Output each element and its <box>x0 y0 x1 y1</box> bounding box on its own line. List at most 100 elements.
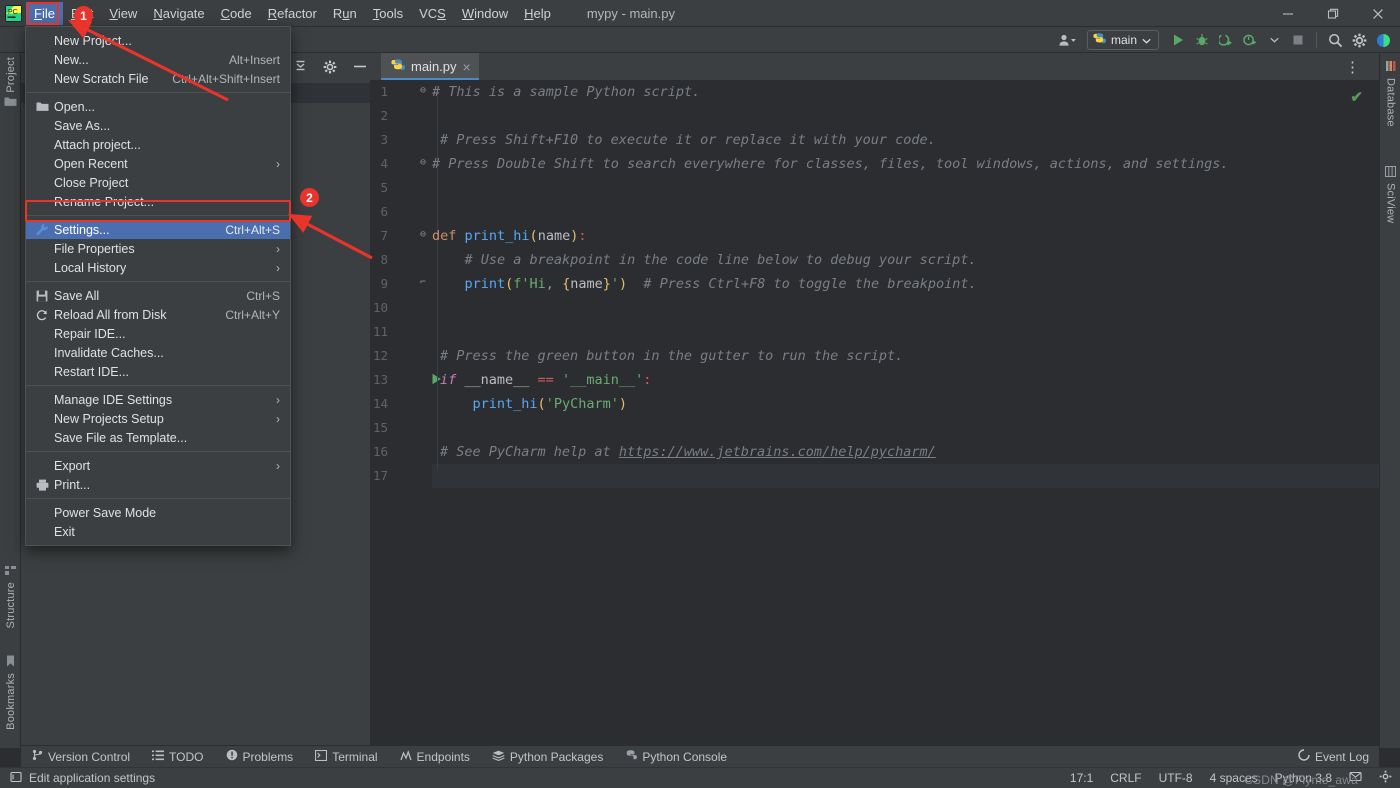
code-token: } <box>603 276 611 292</box>
file-menu-item-exit[interactable]: Exit <box>26 522 290 541</box>
file-menu-item-new[interactable]: New...Alt+Insert <box>26 50 290 69</box>
file-menu-item-new-scratch-file[interactable]: New Scratch FileCtrl+Alt+Shift+Insert <box>26 69 290 88</box>
menu-file[interactable]: File <box>26 2 63 25</box>
code-text-area[interactable]: # This is a sample Python script. # Press… <box>432 80 1379 748</box>
code-line[interactable]: print_hi('PyCharm') <box>440 392 627 416</box>
editor-gutter[interactable]: 1234567891011121314151617⊖⊖⊖⌐ <box>370 80 432 748</box>
chevron-right-icon: › <box>276 412 280 426</box>
file-menu-item-file-properties[interactable]: File Properties› <box>26 239 290 258</box>
caret-position[interactable]: 17:1 <box>1070 771 1093 785</box>
file-menu-item-manage-ide-settings[interactable]: Manage IDE Settings› <box>26 390 290 409</box>
file-menu-item-attach-project[interactable]: Attach project... <box>26 135 290 154</box>
file-menu-item-restart-ide[interactable]: Restart IDE... <box>26 362 290 381</box>
code-token <box>432 276 465 292</box>
menu-code[interactable]: Code <box>213 2 260 25</box>
file-menu-item-close-project[interactable]: Close Project <box>26 173 290 192</box>
close-icon[interactable]: × <box>463 62 471 72</box>
code-line[interactable]: # This is a sample Python script. <box>432 80 700 104</box>
file-menu-item-open[interactable]: Open... <box>26 97 290 116</box>
code-line[interactable]: # Press Double Shift to search everywher… <box>432 152 1229 176</box>
menu-vcs[interactable]: VCS <box>411 2 454 25</box>
chevron-down-icon[interactable] <box>1142 33 1151 47</box>
minimize-icon[interactable] <box>1265 0 1310 27</box>
code-line[interactable]: # Press Shift+F10 to execute it or repla… <box>440 128 936 152</box>
tool-window-terminal[interactable]: Terminal <box>304 746 388 768</box>
tool-window-version-control[interactable]: Version Control <box>21 746 141 768</box>
menu-view[interactable]: View <box>101 2 145 25</box>
close-icon[interactable] <box>1355 0 1400 27</box>
tool-window-python-packages[interactable]: Python Packages <box>481 746 614 768</box>
code-editor[interactable]: 1234567891011121314151617⊖⊖⊖⌐ # This is … <box>370 80 1379 748</box>
file-menu-item-power-save-mode[interactable]: Power Save Mode <box>26 503 290 522</box>
debug-button[interactable] <box>1191 29 1213 51</box>
sidebar-item-bookmarks[interactable]: Bookmarks <box>0 652 21 730</box>
code-line[interactable]: # Press the green button in the gutter t… <box>440 344 903 368</box>
code-line[interactable]: def print_hi(name): <box>432 224 586 248</box>
file-menu-item-new-project[interactable]: New Project... <box>26 31 290 50</box>
settings-gear-icon[interactable] <box>1348 29 1370 51</box>
code-fold-icon[interactable]: ⊖ <box>420 229 426 240</box>
inspection-status-icon[interactable]: ✔ <box>1350 88 1363 106</box>
code-fold-end-icon[interactable]: ⌐ <box>420 277 426 288</box>
search-icon[interactable] <box>1324 29 1346 51</box>
tool-window-problems[interactable]: Problems <box>215 746 305 768</box>
menu-tools[interactable]: Tools <box>365 2 411 25</box>
profiler-button[interactable] <box>1239 29 1261 51</box>
tool-window-todo[interactable]: TODO <box>141 746 214 768</box>
editor-options-icon[interactable]: ⋮ <box>1345 58 1361 76</box>
menu-run[interactable]: Run <box>325 2 365 25</box>
sidebar-item-sciview[interactable]: SciView <box>1380 163 1400 223</box>
file-menu-item-save-as[interactable]: Save As... <box>26 116 290 135</box>
sidebar-item-structure[interactable]: Structure <box>0 562 21 628</box>
code-token: name <box>570 276 603 292</box>
code-line[interactable]: # Use a breakpoint in the code line belo… <box>432 248 977 272</box>
menu-edit[interactable]: Edit <box>63 2 101 25</box>
line-separator[interactable]: CRLF <box>1110 771 1141 785</box>
run-with-coverage-button[interactable] <box>1215 29 1237 51</box>
file-menu-item-save-file-as-template[interactable]: Save File as Template... <box>26 428 290 447</box>
inspections-gear-icon[interactable] <box>1379 770 1392 786</box>
code-line[interactable]: if __name__ == '__main__': <box>440 368 651 392</box>
tool-window-python-console[interactable]: Python Console <box>614 746 738 768</box>
file-menu-item-save-all[interactable]: Save AllCtrl+S <box>26 286 290 305</box>
run-configuration-selector[interactable]: main <box>1087 30 1159 50</box>
code-line[interactable]: # See PyCharm help at https://www.jetbra… <box>440 440 936 464</box>
event-log-button[interactable]: Event Log <box>1298 749 1369 764</box>
settings-gear-icon[interactable] <box>315 53 345 80</box>
file-menu-item-local-history[interactable]: Local History› <box>26 258 290 277</box>
run-button[interactable] <box>1167 29 1189 51</box>
user-profile-icon[interactable] <box>1055 29 1079 51</box>
file-menu-item-invalidate-caches[interactable]: Invalidate Caches... <box>26 343 290 362</box>
menu-help[interactable]: Help <box>516 2 559 25</box>
menu-window[interactable]: Window <box>454 2 516 25</box>
file-menu-item-new-projects-setup[interactable]: New Projects Setup› <box>26 409 290 428</box>
sidebar-item-project[interactable]: Project <box>0 57 21 113</box>
menu-separator <box>26 385 290 386</box>
sidebar-item-database[interactable]: Database <box>1380 57 1400 127</box>
maximize-icon[interactable] <box>1310 0 1355 27</box>
stop-button[interactable] <box>1287 29 1309 51</box>
menu-navigate[interactable]: Navigate <box>145 2 212 25</box>
file-menu-item-open-recent[interactable]: Open Recent› <box>26 154 290 173</box>
editor-tab-bar: main.py × ⋮ <box>285 53 1379 80</box>
file-menu-dropdown[interactable]: New Project...New...Alt+InsertNew Scratc… <box>25 26 291 546</box>
chevron-right-icon: › <box>276 393 280 407</box>
file-menu-item-repair-ide[interactable]: Repair IDE... <box>26 324 290 343</box>
file-menu-item-reload-all-from-disk[interactable]: Reload All from DiskCtrl+Alt+Y <box>26 305 290 324</box>
folder-icon <box>36 101 54 112</box>
code-fold-icon[interactable]: ⊖ <box>420 157 426 168</box>
code-fold-icon[interactable]: ⊖ <box>420 85 426 96</box>
file-menu-item-print[interactable]: Print... <box>26 475 290 494</box>
file-encoding[interactable]: UTF-8 <box>1159 771 1193 785</box>
ai-assistant-icon[interactable] <box>1372 29 1394 51</box>
menu-refactor[interactable]: Refactor <box>260 2 325 25</box>
file-menu-item-label: New... <box>54 53 215 67</box>
code-line[interactable]: print(f'Hi, {name}') # Press Ctrl+F8 to … <box>432 272 977 296</box>
file-menu-item-export[interactable]: Export› <box>26 456 290 475</box>
tool-window-endpoints[interactable]: Endpoints <box>389 746 481 768</box>
file-menu-item-settings[interactable]: Settings...Ctrl+Alt+S <box>26 220 290 239</box>
editor-tab-main-py[interactable]: main.py × <box>381 53 479 80</box>
chevron-down-icon[interactable] <box>1263 29 1285 51</box>
hide-tool-window-icon[interactable] <box>345 53 375 80</box>
file-menu-item-rename-project[interactable]: Rename Project... <box>26 192 290 211</box>
